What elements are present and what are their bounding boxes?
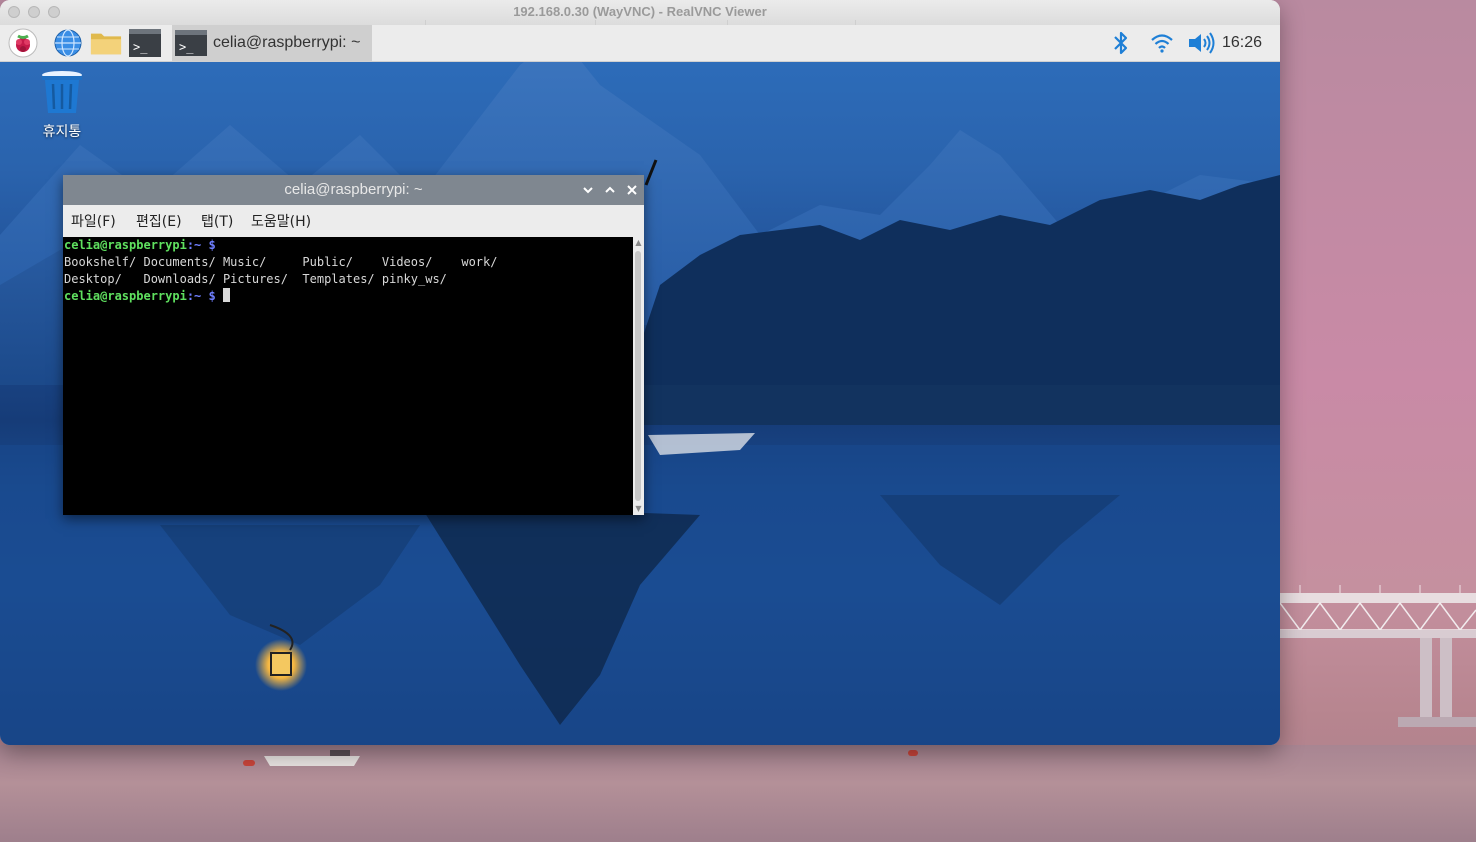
close-icon[interactable] xyxy=(623,180,641,200)
host-boat-scenery xyxy=(264,750,360,766)
svg-text:>_: >_ xyxy=(179,40,194,54)
terminal-scrollbar[interactable]: ▲ ▼ xyxy=(633,237,644,515)
volume-icon[interactable] xyxy=(1186,25,1218,61)
scroll-up-icon[interactable]: ▲ xyxy=(633,237,644,249)
menu-tab[interactable]: 탭(T) xyxy=(201,211,233,231)
terminal-window[interactable]: celia@raspberrypi: ~ 파일(F) 편집(E) 탭(T) 도움… xyxy=(63,175,644,515)
menu-help[interactable]: 도움말(H) xyxy=(251,211,311,231)
web-browser-icon[interactable] xyxy=(52,28,84,58)
mac-titlebar[interactable]: 192.168.0.30 (WayVNC) - RealVNC Viewer xyxy=(0,0,1280,26)
terminal-output-line: Desktop/ Downloads/ Pictures/ Templates/… xyxy=(64,272,447,286)
terminal-task-icon: >_ xyxy=(175,30,207,56)
menu-file[interactable]: 파일(F) xyxy=(71,211,116,231)
host-buoy-scenery xyxy=(243,760,255,766)
svg-text:>_: >_ xyxy=(133,40,148,54)
bluetooth-icon[interactable] xyxy=(1110,25,1132,61)
taskbar-task-label: celia@raspberrypi: ~ xyxy=(213,34,361,51)
scroll-down-icon[interactable]: ▼ xyxy=(633,503,644,515)
terminal-output-line: Bookshelf/ Documents/ Music/ Public/ Vid… xyxy=(64,255,498,269)
wifi-icon[interactable] xyxy=(1148,25,1176,61)
raspberry-menu-icon[interactable] xyxy=(7,28,39,58)
maximize-icon[interactable] xyxy=(601,180,619,200)
terminal-prompt-line: celia@raspberrypi:~ $ xyxy=(64,288,230,305)
taskbar-clock[interactable]: 16:26 xyxy=(1222,34,1262,52)
host-bridge-scenery xyxy=(1280,585,1476,727)
trash-label: 휴지통 xyxy=(42,124,82,140)
trash-desktop-item[interactable]: 휴지통 xyxy=(30,69,94,141)
terminal-launcher-icon[interactable]: >_ xyxy=(129,28,161,58)
file-manager-icon[interactable] xyxy=(90,28,122,58)
scrollbar-thumb[interactable] xyxy=(635,251,641,501)
terminal-output[interactable]: celia@raspberrypi:~ $ Bookshelf/ Documen… xyxy=(63,237,633,515)
terminal-title: celia@raspberrypi: ~ xyxy=(284,181,423,198)
taskbar: >_ >_ celia@raspberrypi: ~ 16:26 xyxy=(0,25,1280,62)
trash-icon xyxy=(42,71,82,113)
terminal-menubar: 파일(F) 편집(E) 탭(T) 도움말(H) xyxy=(63,205,644,237)
remote-desktop[interactable]: >_ >_ celia@raspberrypi: ~ 16:26 휴지통 cel… xyxy=(0,25,1280,745)
vnc-viewer-window: 192.168.0.30 (WayVNC) - RealVNC Viewer >… xyxy=(0,0,1280,745)
window-title: 192.168.0.30 (WayVNC) - RealVNC Viewer xyxy=(513,4,767,19)
taskbar-terminal-task[interactable]: >_ celia@raspberrypi: ~ xyxy=(172,25,372,61)
minimize-icon[interactable] xyxy=(579,180,597,200)
text-cursor xyxy=(222,288,230,302)
host-water-scenery xyxy=(0,745,1476,842)
terminal-titlebar[interactable]: celia@raspberrypi: ~ xyxy=(63,175,644,205)
host-buoy-scenery xyxy=(908,750,918,756)
terminal-prompt-line: celia@raspberrypi:~ $ xyxy=(64,238,216,252)
menu-edit[interactable]: 편집(E) xyxy=(136,211,182,231)
